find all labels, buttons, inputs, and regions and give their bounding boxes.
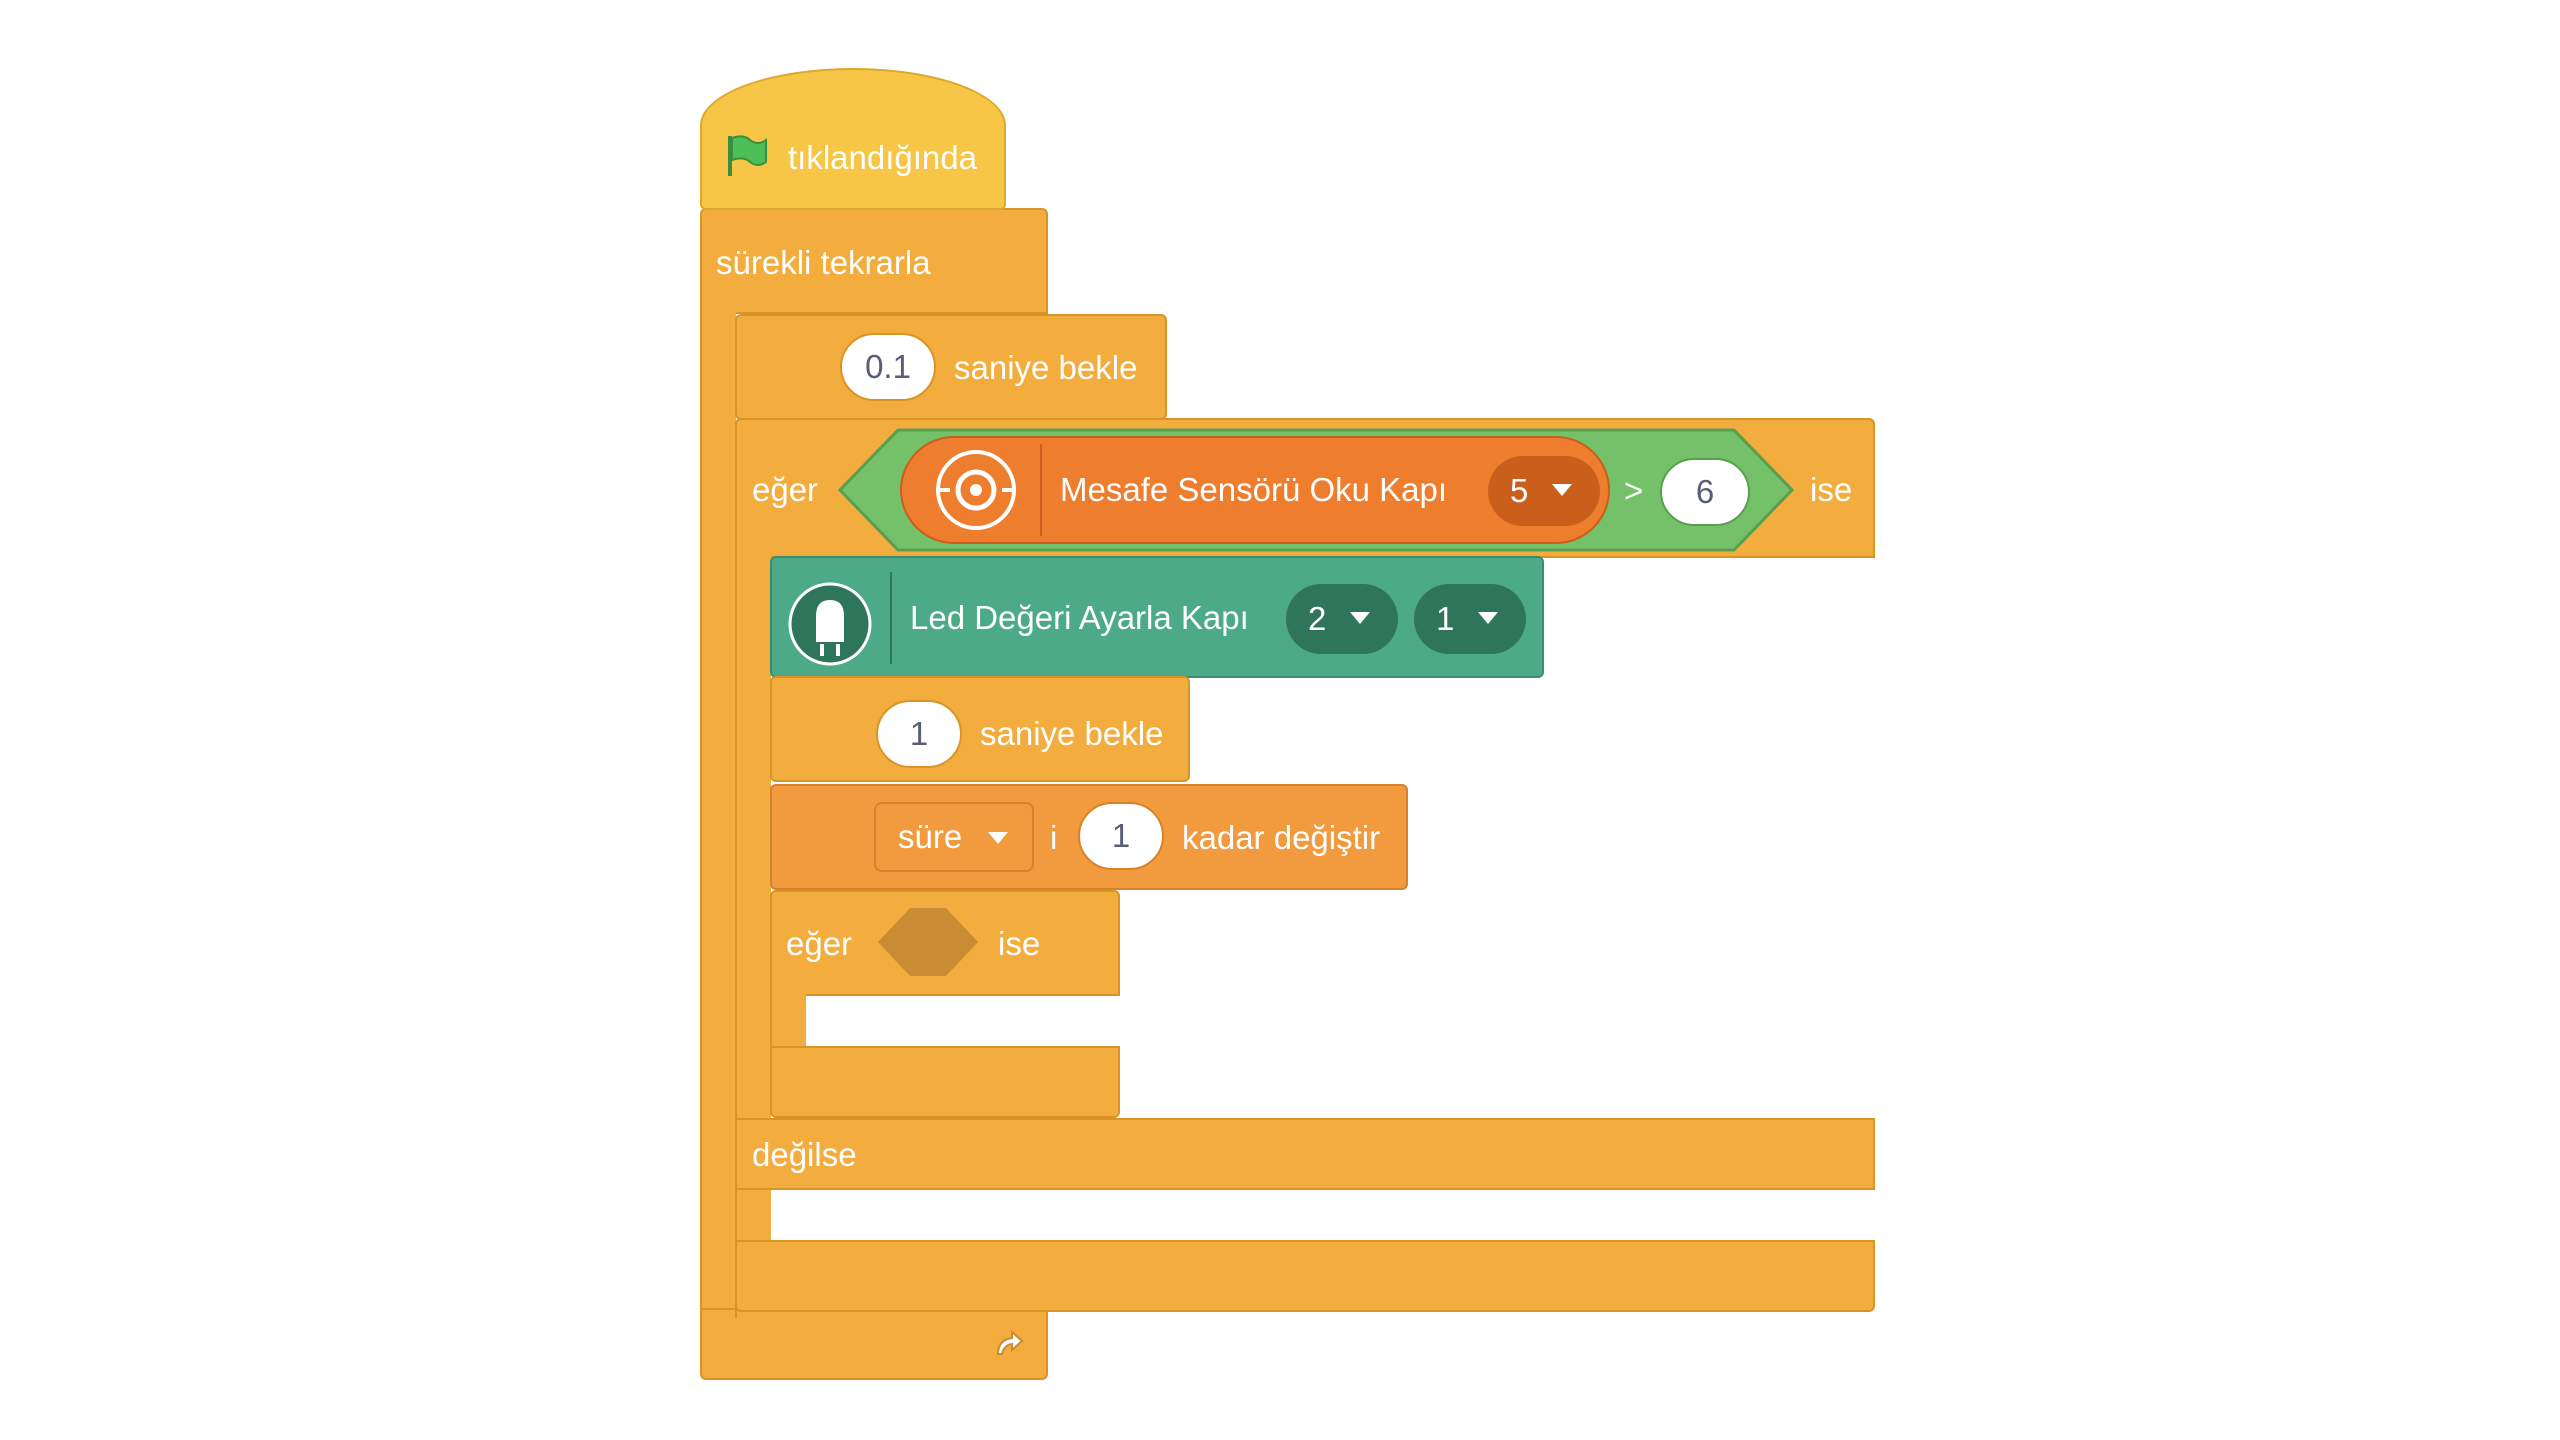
wait-2-input[interactable]: 1 [876, 700, 962, 768]
variable-dropdown[interactable]: süre [874, 802, 1034, 872]
change-value-input[interactable]: 1 [1078, 802, 1164, 870]
green-flag-icon [722, 132, 770, 180]
if-else-arm [735, 556, 771, 1318]
if-block-2-arm [770, 994, 806, 1048]
chevron-down-icon [1478, 612, 1498, 624]
scratch-workspace: sürekli tekrarla tıklandığında 0.1 saniy… [0, 0, 2560, 1440]
led-port-dropdown[interactable]: 2 [1286, 584, 1398, 654]
led-icon-divider [890, 572, 892, 664]
chevron-down-icon [1350, 612, 1370, 624]
if-2-then-label: ise [998, 925, 1041, 962]
led-value: 1 [1436, 600, 1455, 637]
sensor-port-value: 5 [1510, 472, 1529, 509]
distance-sensor-icon [934, 448, 1018, 532]
if-else-bottom [735, 1240, 1875, 1312]
sensor-label: Mesafe Sensörü Oku Kapı [1060, 471, 1448, 508]
wait-2-label: saniye bekle [980, 715, 1164, 752]
operator-symbol: > [1624, 472, 1644, 509]
led-value-dropdown[interactable]: 1 [1414, 584, 1526, 654]
wait-1-label: saniye bekle [954, 349, 1138, 386]
forever-block-arm [700, 300, 736, 1310]
compare-value-input[interactable]: 6 [1660, 458, 1750, 526]
else-label: değilse [752, 1136, 857, 1173]
loop-arrow-icon [988, 1322, 1032, 1366]
wait-1-input[interactable]: 0.1 [840, 333, 936, 401]
variable-suffix: i [1050, 819, 1058, 856]
chevron-down-icon [988, 832, 1008, 844]
else-bar [735, 1118, 1875, 1190]
empty-condition-slot[interactable] [876, 906, 980, 978]
hat-label: tıklandığında [788, 139, 977, 176]
variable-name: süre [898, 818, 963, 855]
if-1-then-label: ise [1810, 471, 1853, 508]
led-icon [786, 580, 874, 668]
led-label: Led Değeri Ayarla Kapı [910, 599, 1249, 636]
change-label: kadar değiştir [1182, 819, 1381, 856]
led-port-value: 2 [1308, 600, 1327, 637]
if-2-label: eğer [786, 925, 853, 962]
if-1-label: eğer [752, 471, 819, 508]
if-block-2-bottom [770, 1046, 1120, 1118]
sensor-port-dropdown[interactable]: 5 [1488, 456, 1600, 526]
forever-label: sürekli tekrarla [716, 244, 931, 281]
sensor-icon-divider [1040, 444, 1042, 536]
chevron-down-icon [1552, 484, 1572, 496]
